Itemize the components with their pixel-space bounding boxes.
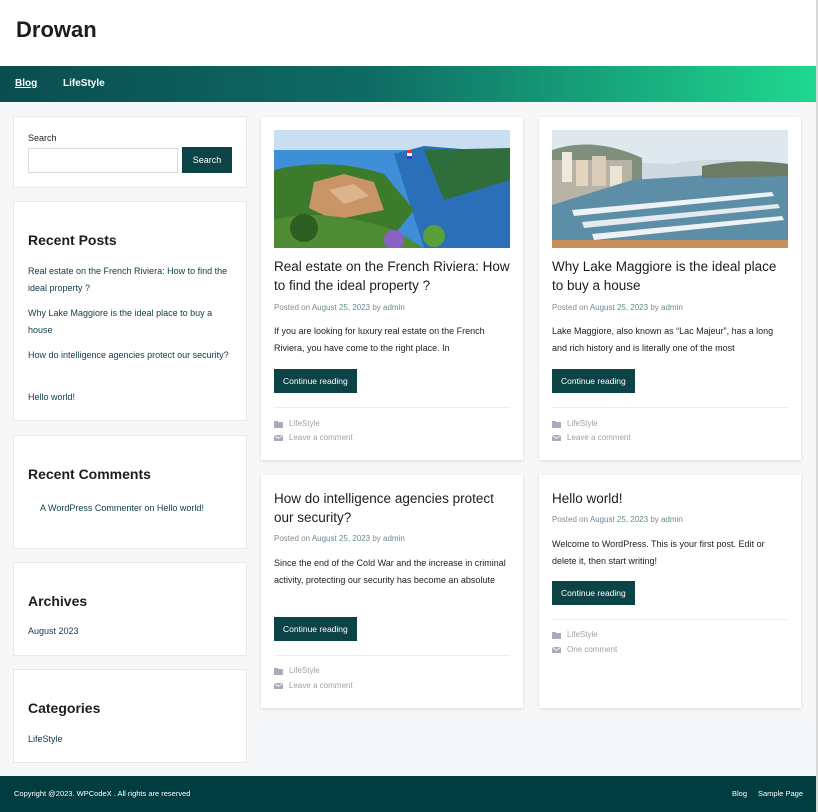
card-divider (552, 619, 788, 620)
post-comments-link[interactable]: Leave a comment (567, 433, 631, 442)
recent-comments-widget: Recent Comments A WordPress Commenter on… (14, 436, 246, 548)
riviera-coast-photo (274, 130, 510, 248)
post-title[interactable]: Real estate on the French Riviera: How t… (274, 257, 512, 295)
copyright-text: Copyright @2023. WPCodeX . All rights ar… (14, 789, 191, 798)
post-date-link[interactable]: August 25, 2023 (312, 303, 370, 312)
categories-title: Categories (28, 700, 101, 716)
post-meta: Posted on August 25, 2023 by admin (552, 303, 683, 312)
envelope-icon (552, 434, 561, 441)
post-card: Real estate on the French Riviera: How t… (261, 117, 523, 460)
recent-post-link[interactable]: Hello world! (28, 389, 233, 406)
post-date-link[interactable]: August 25, 2023 (590, 303, 648, 312)
card-divider (274, 655, 510, 656)
post-title[interactable]: Hello world! (552, 489, 790, 508)
folder-icon (274, 667, 283, 675)
archives-widget: Archives August 2023 (14, 563, 246, 655)
primary-navigation: Blog LifeStyle (0, 66, 816, 102)
post-comments-row: Leave a comment (552, 433, 631, 442)
search-input[interactable] (28, 148, 178, 173)
post-author-link[interactable]: admin (383, 534, 405, 543)
post-category-link[interactable]: LifeStyle (567, 630, 598, 639)
footer-link-sample-page[interactable]: Sample Page (758, 789, 803, 798)
card-divider (552, 407, 788, 408)
post-title[interactable]: How do intelligence agencies protect our… (274, 489, 512, 527)
search-label: Search (28, 133, 57, 143)
harbor-marina-photo (552, 130, 788, 248)
post-comments-row: One comment (552, 645, 617, 654)
footer-link-blog[interactable]: Blog (732, 789, 747, 798)
post-comments-row: Leave a comment (274, 433, 353, 442)
by-label: by (372, 534, 381, 543)
post-author-link[interactable]: admin (383, 303, 405, 312)
post-category-link[interactable]: LifeStyle (289, 666, 320, 675)
archives-title: Archives (28, 593, 88, 609)
recent-post-link[interactable]: Real estate on the French Riviera: How t… (28, 263, 233, 297)
post-comments-row: Leave a comment (274, 681, 353, 690)
post-card: Hello world! Posted on August 25, 2023 b… (539, 475, 801, 708)
posted-on-label: Posted on (552, 303, 589, 312)
post-comments-link[interactable]: One comment (567, 645, 617, 654)
folder-icon (274, 420, 283, 428)
post-card: Why Lake Maggiore is the ideal place to … (539, 117, 801, 460)
recent-comment-item: A WordPress Commenter on Hello world! (40, 500, 245, 517)
post-title[interactable]: Why Lake Maggiore is the ideal place to … (552, 257, 790, 295)
post-category-row: LifeStyle (552, 419, 598, 428)
comment-post-link[interactable]: Hello world! (157, 503, 204, 513)
post-category-row: LifeStyle (274, 419, 320, 428)
site-footer: Copyright @2023. WPCodeX . All rights ar… (0, 776, 816, 812)
search-button[interactable]: Search (182, 147, 232, 173)
post-category-row: LifeStyle (552, 630, 598, 639)
envelope-icon (552, 646, 561, 653)
post-meta: Posted on August 25, 2023 by admin (274, 534, 405, 543)
archive-link[interactable]: August 2023 (28, 623, 233, 640)
post-thumbnail[interactable] (552, 130, 788, 248)
folder-icon (552, 420, 561, 428)
by-label: by (650, 303, 659, 312)
posted-on-label: Posted on (274, 534, 311, 543)
category-link[interactable]: LifeStyle (28, 731, 233, 748)
post-meta: Posted on August 25, 2023 by admin (552, 515, 683, 524)
post-meta: Posted on August 25, 2023 by admin (274, 303, 405, 312)
folder-icon (552, 631, 561, 639)
post-thumbnail[interactable] (274, 130, 510, 248)
site-header: Drowan (0, 0, 816, 66)
post-excerpt: Welcome to WordPress. This is your first… (552, 539, 765, 566)
post-category-link[interactable]: LifeStyle (289, 419, 320, 428)
recent-posts-title: Recent Posts (28, 232, 117, 248)
post-excerpt: If you are looking for luxury real estat… (274, 326, 485, 353)
post-date-link[interactable]: August 25, 2023 (590, 515, 648, 524)
comment-on-text: on (144, 503, 155, 513)
post-comments-link[interactable]: Leave a comment (289, 681, 353, 690)
posted-on-label: Posted on (274, 303, 311, 312)
continue-reading-button[interactable]: Continue reading (552, 581, 635, 605)
post-author-link[interactable]: admin (661, 515, 683, 524)
nav-item-blog[interactable]: Blog (15, 78, 37, 89)
by-label: by (372, 303, 381, 312)
recent-posts-widget: Recent Posts Real estate on the French R… (14, 202, 246, 420)
post-category-link[interactable]: LifeStyle (567, 419, 598, 428)
recent-post-link[interactable]: How do intelligence agencies protect our… (28, 347, 233, 364)
site-title[interactable]: Drowan (16, 17, 97, 43)
recent-post-link[interactable]: Why Lake Maggiore is the ideal place to … (28, 305, 233, 339)
search-widget: Search Search (14, 117, 246, 187)
envelope-icon (274, 682, 283, 689)
post-excerpt: Since the end of the Cold War and the in… (274, 558, 506, 585)
nav-item-lifestyle[interactable]: LifeStyle (63, 78, 105, 89)
categories-widget: Categories LifeStyle (14, 670, 246, 762)
post-author-link[interactable]: admin (661, 303, 683, 312)
continue-reading-button[interactable]: Continue reading (552, 369, 635, 393)
continue-reading-button[interactable]: Continue reading (274, 617, 357, 641)
by-label: by (650, 515, 659, 524)
envelope-icon (274, 434, 283, 441)
post-category-row: LifeStyle (274, 666, 320, 675)
post-comments-link[interactable]: Leave a comment (289, 433, 353, 442)
comment-author-link[interactable]: A WordPress Commenter (40, 503, 142, 513)
posted-on-label: Posted on (552, 515, 589, 524)
card-divider (274, 407, 510, 408)
post-excerpt: Lake Maggiore, also known as “Lac Majeur… (552, 326, 774, 353)
recent-comments-title: Recent Comments (28, 466, 151, 482)
post-date-link[interactable]: August 25, 2023 (312, 534, 370, 543)
post-card: How do intelligence agencies protect our… (261, 475, 523, 708)
continue-reading-button[interactable]: Continue reading (274, 369, 357, 393)
